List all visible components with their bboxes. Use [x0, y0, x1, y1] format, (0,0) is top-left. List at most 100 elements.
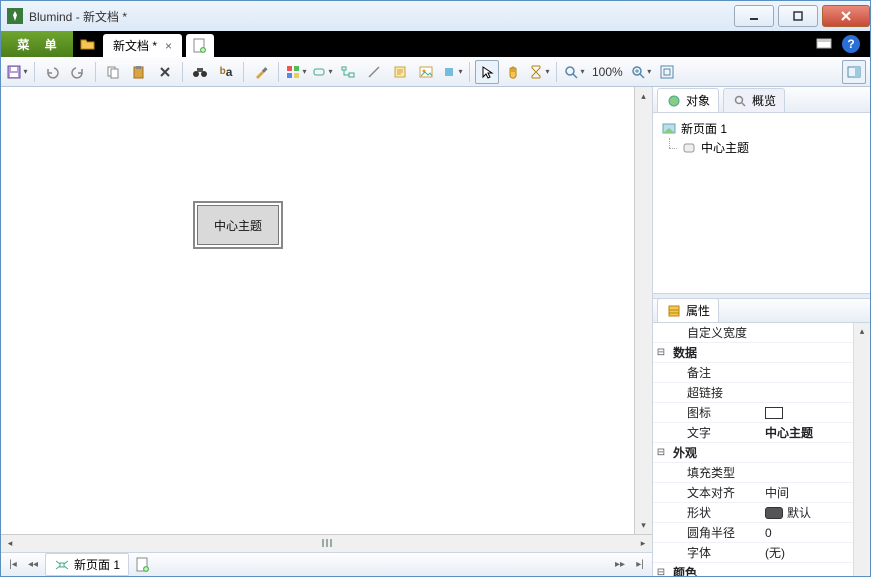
tree-root[interactable]: 新页面 1: [661, 119, 862, 138]
hand-tool-button[interactable]: [501, 60, 525, 84]
prop-cat-appearance[interactable]: ⊟外观: [653, 443, 870, 463]
app-icon: [7, 8, 23, 24]
next-page-button[interactable]: ▸▸: [612, 557, 628, 573]
select-tool-button[interactable]: [475, 60, 499, 84]
new-doc-icon: [192, 38, 208, 54]
add-link-button[interactable]: [362, 60, 386, 84]
add-page-button[interactable]: [133, 556, 153, 574]
side-panel: 对象 概览 新页面 1 中心主题: [652, 87, 870, 576]
redo-button[interactable]: [66, 60, 90, 84]
page-tab-label: 新页面 1: [74, 556, 120, 573]
maximize-button[interactable]: [778, 5, 818, 27]
canvas-horizontal-scrollbar[interactable]: ◂ ▸: [1, 534, 652, 552]
first-page-button[interactable]: |◂: [5, 557, 21, 573]
marker-icon: [441, 64, 457, 80]
palette-icon: [285, 64, 301, 80]
zoom-icon: [563, 64, 579, 80]
scroll-left-icon[interactable]: ◂: [1, 535, 19, 552]
tree-child[interactable]: 中心主题: [661, 138, 862, 157]
prop-text[interactable]: 文字中心主题: [653, 423, 870, 443]
prop-text-align[interactable]: 文本对齐中间: [653, 483, 870, 503]
copy-button[interactable]: [101, 60, 125, 84]
page-icon: [661, 121, 677, 137]
scroll-up-icon[interactable]: ▴: [635, 87, 652, 105]
propgrid-scrollbar[interactable]: ▴: [853, 323, 870, 576]
central-topic-node[interactable]: 中心主题: [197, 205, 279, 245]
close-button[interactable]: [822, 5, 870, 27]
prop-font[interactable]: 字体(无): [653, 543, 870, 563]
zoom-out-button[interactable]: ▾: [562, 60, 586, 84]
save-button[interactable]: ▾: [5, 60, 29, 84]
paste-icon: [131, 64, 147, 80]
main-area: 中心主题 ▴ ▾ ◂ ▸ |◂ ◂◂ 新页面 1: [1, 87, 870, 576]
object-tree[interactable]: 新页面 1 中心主题: [653, 113, 870, 293]
icon-swatch: [765, 407, 783, 419]
binoculars-icon: [192, 64, 208, 80]
undo-button[interactable]: [40, 60, 64, 84]
zoom-in-icon: [630, 64, 646, 80]
add-topic-button[interactable]: ▾: [310, 60, 334, 84]
color-palette-button[interactable]: ▾: [284, 60, 308, 84]
tab-objects[interactable]: 对象: [657, 88, 719, 112]
menubar: 菜 单 新文档 * × ?: [1, 31, 870, 57]
format-brush-button[interactable]: [249, 60, 273, 84]
prev-page-button[interactable]: ◂◂: [25, 557, 41, 573]
titlebar: Blumind - 新文档 *: [1, 1, 870, 31]
fit-icon: [659, 64, 675, 80]
new-page-icon: [135, 557, 151, 573]
toggle-sidepanel-button[interactable]: [842, 60, 866, 84]
prop-note[interactable]: 备注: [653, 363, 870, 383]
last-page-button[interactable]: ▸|: [632, 557, 648, 573]
document-tab[interactable]: 新文档 * ×: [103, 34, 182, 57]
page-tab[interactable]: 新页面 1: [45, 553, 129, 576]
prop-cat-color[interactable]: ⊟颜色: [653, 563, 870, 576]
prop-shape[interactable]: 形状默认: [653, 503, 870, 523]
shape-swatch: [765, 507, 783, 519]
save-icon: [6, 64, 22, 80]
minimize-button[interactable]: [734, 5, 774, 27]
tab-overview[interactable]: 概览: [723, 88, 785, 112]
main-menu-button[interactable]: 菜 单: [1, 31, 73, 57]
close-tab-icon[interactable]: ×: [165, 39, 172, 53]
link-line-icon: [366, 64, 382, 80]
help-icon[interactable]: ?: [842, 35, 860, 53]
hourglass-icon: [528, 64, 544, 80]
canvas-vertical-scrollbar[interactable]: ▴ ▾: [634, 87, 652, 534]
new-document-tab-button[interactable]: [186, 34, 214, 57]
fit-screen-button[interactable]: [655, 60, 679, 84]
scroll-right-icon[interactable]: ▸: [634, 535, 652, 552]
presentation-icon[interactable]: [816, 36, 832, 52]
prop-cat-data[interactable]: ⊟数据: [653, 343, 870, 363]
toolbar: ▾ ba ▾ ▾ ▾ ▾ ▾ 100% ▾: [1, 57, 870, 87]
prop-icon[interactable]: 图标: [653, 403, 870, 423]
paste-button[interactable]: [127, 60, 151, 84]
side-tabs: 对象 概览: [653, 87, 870, 113]
timer-button[interactable]: ▾: [527, 60, 551, 84]
properties-icon: [666, 303, 682, 319]
window-title: Blumind - 新文档 *: [29, 8, 127, 25]
add-note-button[interactable]: [388, 60, 412, 84]
prop-corner-radius[interactable]: 圆角半径0: [653, 523, 870, 543]
objects-icon: [666, 93, 682, 109]
prop-fill-type[interactable]: 填充类型: [653, 463, 870, 483]
find-button[interactable]: [188, 60, 212, 84]
property-tabs: 属性: [653, 299, 870, 323]
add-image-button[interactable]: [414, 60, 438, 84]
canvas[interactable]: 中心主题: [1, 87, 634, 534]
replace-button[interactable]: ba: [214, 60, 238, 84]
scroll-down-icon[interactable]: ▾: [635, 516, 652, 534]
zoom-in-button[interactable]: ▾: [629, 60, 653, 84]
property-grid[interactable]: ▴ 自定义宽度 ⊟数据 备注 超链接 图标 文字中心主题 ⊟外观 填充类型 文本…: [653, 323, 870, 576]
overview-icon: [732, 93, 748, 109]
panel-icon: [846, 64, 862, 80]
image-icon: [418, 64, 434, 80]
delete-button[interactable]: [153, 60, 177, 84]
prop-custom-width[interactable]: 自定义宽度: [653, 323, 870, 343]
prop-hyperlink[interactable]: 超链接: [653, 383, 870, 403]
add-marker-button[interactable]: ▾: [440, 60, 464, 84]
add-subtopic-button[interactable]: [336, 60, 360, 84]
undo-icon: [44, 64, 60, 80]
open-folder-button[interactable]: [73, 31, 103, 57]
tab-properties[interactable]: 属性: [657, 298, 719, 322]
hand-icon: [505, 64, 521, 80]
